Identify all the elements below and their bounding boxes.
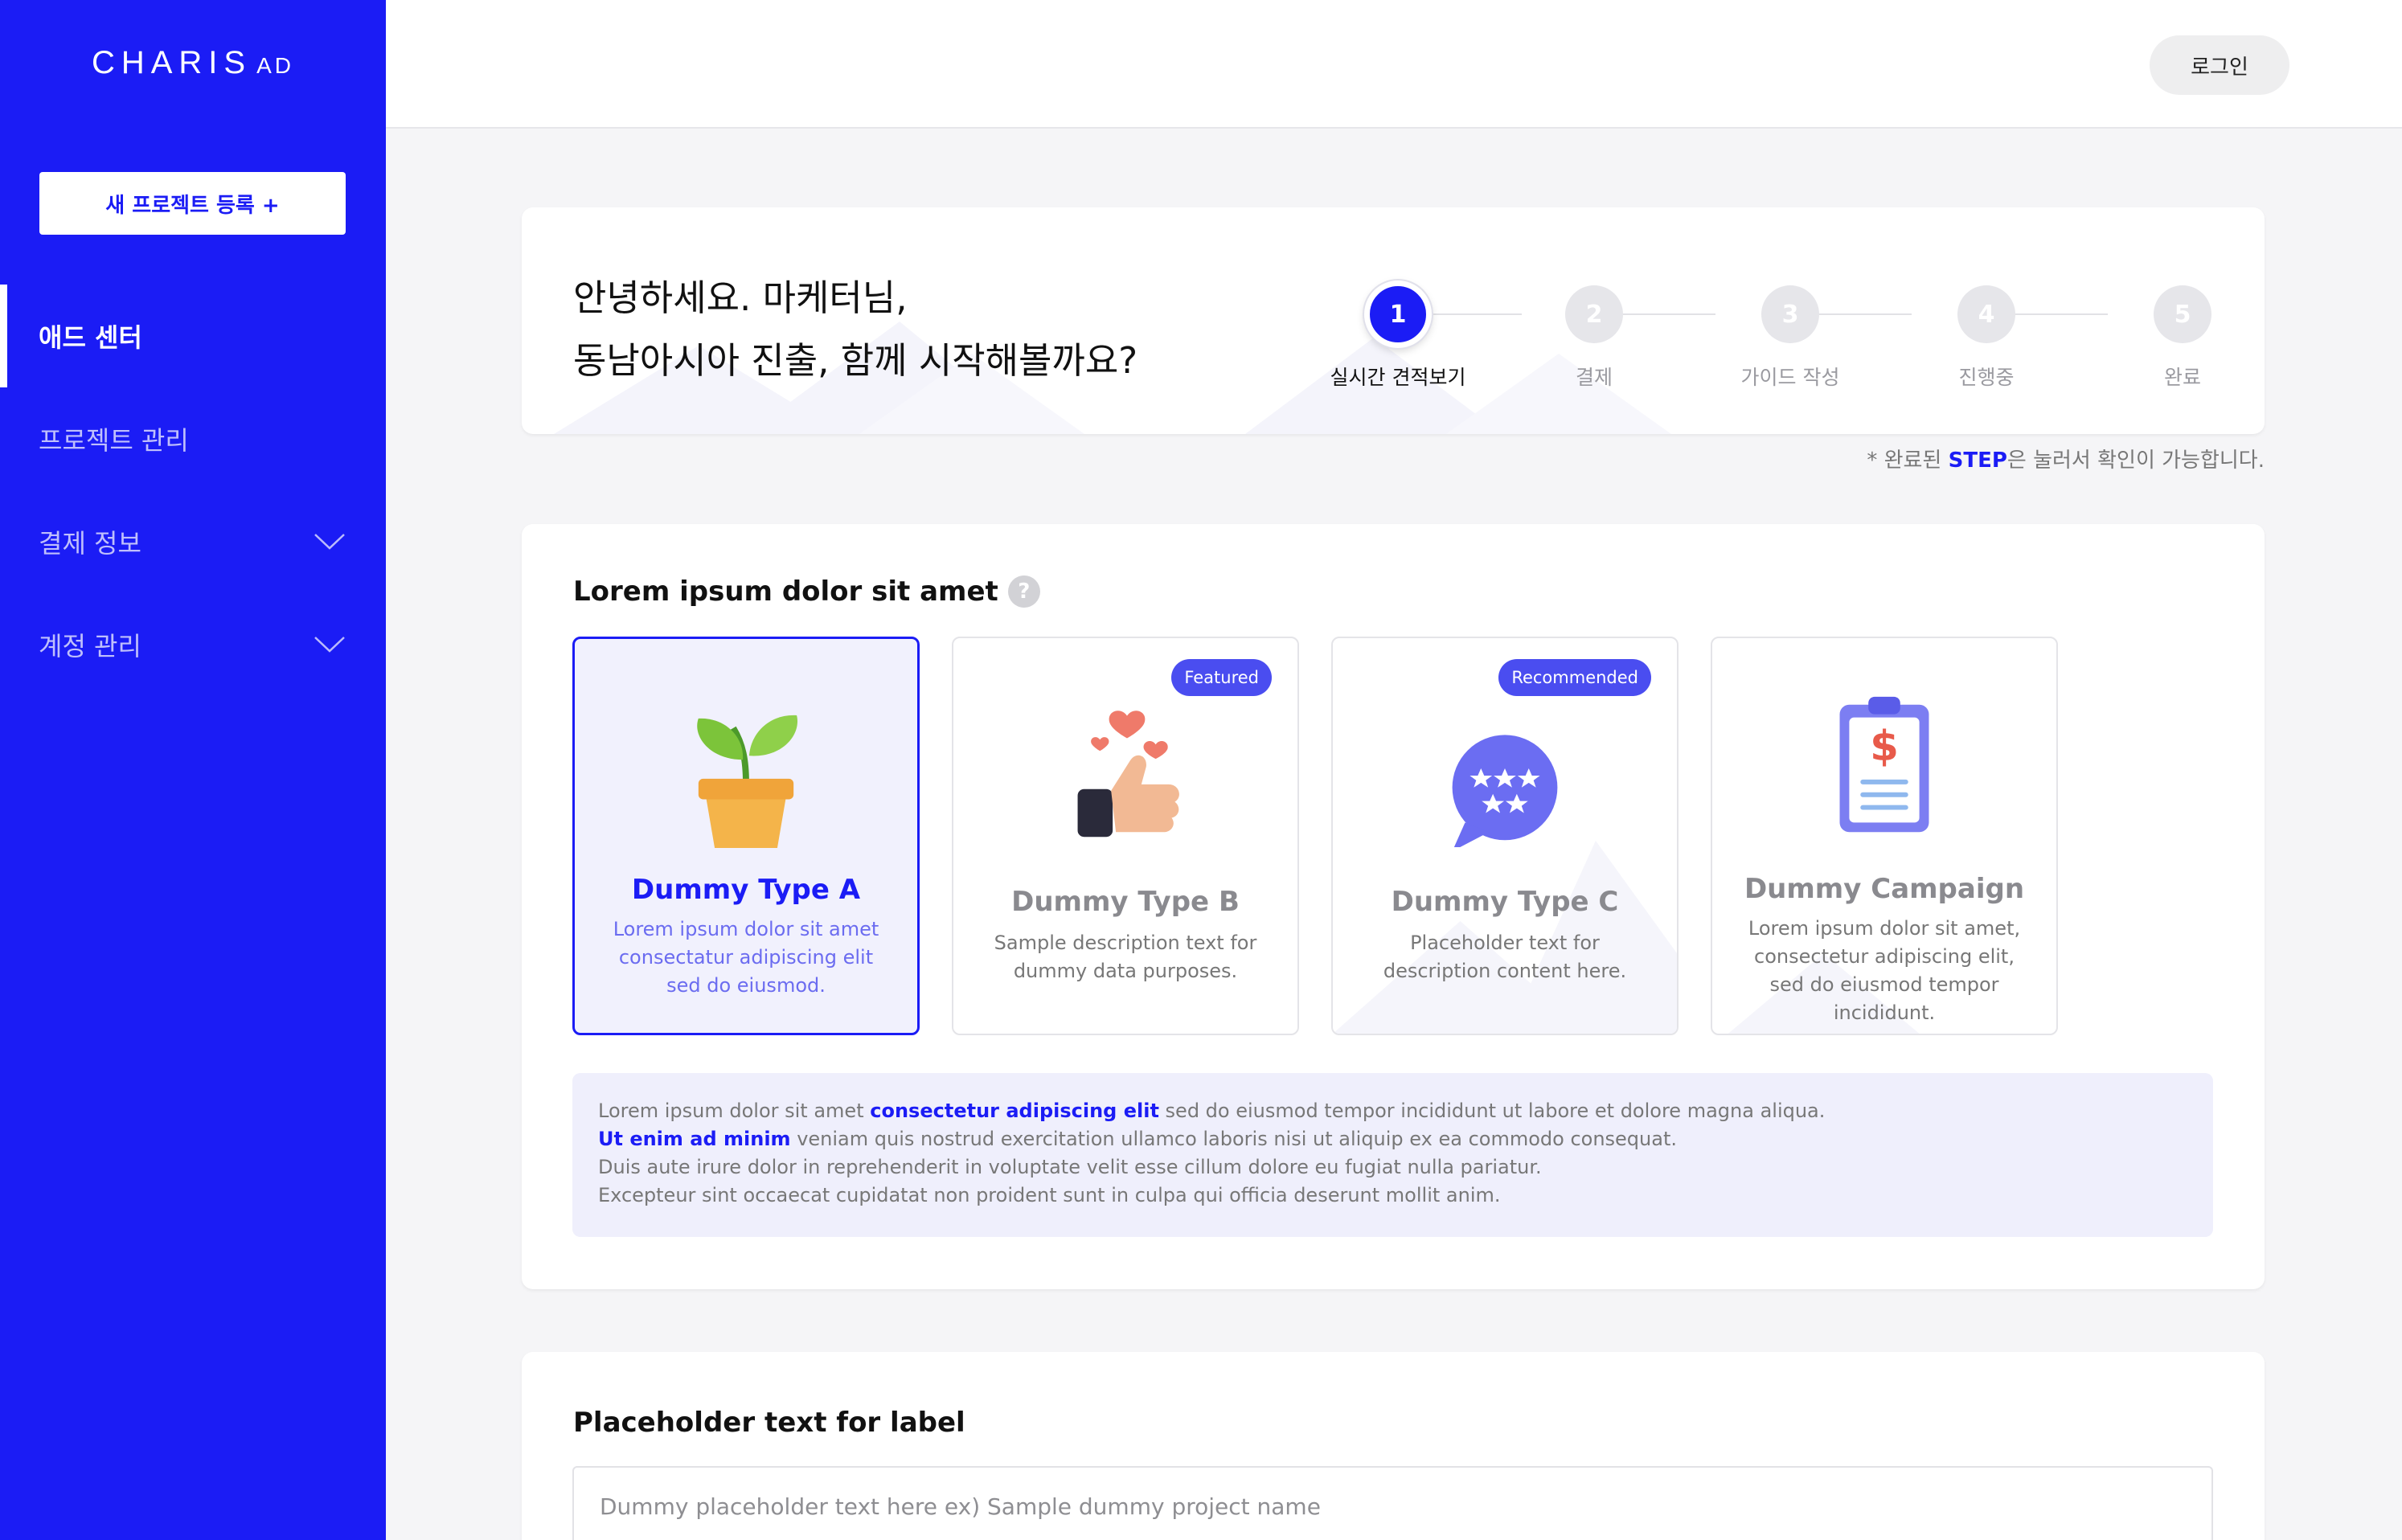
info-line-1: Lorem ipsum dolor sit amet consectetur a… [598, 1097, 2187, 1125]
clipboard-invoice-icon: $ [1839, 696, 1929, 833]
step-hint: * 완료된 STEP은 눌러서 확인이 가능합니다. [1867, 444, 2265, 473]
sidebar-item-label: 애드 센터 [39, 322, 142, 353]
step-3[interactable]: 3 [1761, 285, 1819, 343]
sidebar-item-label: 결제 정보 [39, 528, 141, 559]
sidebar: CHARIS AD 새 프로젝트 등록 + 애드 센터 프로젝트 관리 결제 정보… [0, 0, 386, 1540]
logo-sub: AD [256, 53, 295, 78]
step-3-label: 가이드 작성 [1740, 366, 1840, 389]
step-2-label: 결제 [1575, 366, 1613, 389]
info-line-4: Excepteur sint occaecat cupidatat non pr… [598, 1184, 1501, 1206]
option-description: Lorem ipsum dolor sit amet, consectetur … [1748, 917, 2021, 1024]
hint-step: STEP [1948, 448, 2007, 473]
info-text: sed do eiusmod tempor incididunt ut labo… [1158, 1100, 1826, 1122]
option-title: Dummy Type A [631, 874, 861, 906]
step-1-label: 실시간 견적보기 [1330, 366, 1466, 389]
sidebar-item-label: 계정 관리 [39, 631, 141, 661]
option-title: Dummy Type C [1391, 886, 1619, 918]
step-5-label: 완료 [2163, 366, 2201, 389]
thumbs-up-hearts-icon [1077, 711, 1179, 838]
sidebar-item-label: 프로젝트 관리 [39, 425, 189, 456]
svg-text:$: $ [1870, 723, 1899, 771]
section-title: Lorem ipsum dolor sit amet ? [573, 575, 1040, 608]
chevron-down-icon[interactable] [314, 532, 346, 551]
info-text: veniam quis nostrud exercitation ullamco… [790, 1128, 1677, 1150]
option-description: Placeholder text for description content… [1383, 932, 1627, 982]
info-highlight: consectetur adipiscing elit [870, 1100, 1159, 1122]
option-title: Dummy Campaign [1744, 873, 2025, 905]
step-4-label: 진행중 [1958, 366, 2015, 389]
featured-badge: Featured [1171, 659, 1272, 696]
option-dummy-campaign[interactable]: $ Dummy Campaign Lorem ipsum dolor sit a… [1711, 637, 2058, 1035]
step-5[interactable]: 5 [2154, 285, 2211, 343]
step-1[interactable]: 1 [1364, 281, 1432, 348]
option-dummy-type-b[interactable]: Featured Dummy Type B Sample description… [952, 637, 1299, 1035]
login-button[interactable]: 로그인 [2150, 35, 2289, 95]
option-description: Sample description text for dummy data p… [994, 932, 1257, 982]
logo[interactable]: CHARIS AD [0, 45, 386, 81]
section-title-text: Lorem ipsum dolor sit amet [573, 575, 998, 608]
option-dummy-type-a[interactable]: Dummy Type A Lorem ipsum dolor sit amet … [572, 637, 920, 1035]
sidebar-item-payment-info[interactable]: 결제 정보 [0, 490, 386, 593]
top-bar: 로그인 [386, 0, 2402, 129]
sidebar-item-project-management[interactable]: 프로젝트 관리 [0, 387, 386, 490]
option-dummy-type-c[interactable]: Recommended Dummy Type C Placeholder tex… [1331, 637, 1679, 1035]
new-project-button[interactable]: 새 프로젝트 등록 + [39, 172, 346, 235]
sidebar-item-account-management[interactable]: 계정 관리 [0, 593, 386, 696]
info-box: Lorem ipsum dolor sit amet consectetur a… [572, 1073, 2213, 1237]
plant-pot-icon [697, 715, 798, 848]
field-label: Placeholder text for label [573, 1407, 965, 1439]
hint-prefix: * 완료된 [1867, 448, 1949, 473]
option-description: Lorem ipsum dolor sit amet consectatur a… [613, 918, 879, 997]
info-line-3: Duis aute irure dolor in reprehenderit i… [598, 1156, 1542, 1178]
project-name-card: Placeholder text for label [522, 1352, 2265, 1540]
star-rating-bubble-icon [1452, 735, 1558, 847]
help-icon[interactable]: ? [1007, 575, 1040, 608]
step-4[interactable]: 4 [1957, 285, 2015, 343]
stepper: 1 2 3 4 5 실시간 견적보기 결제 가이드 작성 진행중 완료 [522, 207, 2265, 434]
project-name-input[interactable] [572, 1466, 2213, 1540]
logo-main: CHARIS [91, 45, 252, 80]
info-line-2: Ut enim ad minim veniam quis nostrud exe… [598, 1125, 2187, 1153]
sidebar-item-ad-center[interactable]: 애드 센터 [0, 285, 386, 387]
hero-card: 안녕하세요. 마케터님, 동남아시아 진출, 함께 시작해볼까요? 1 2 3 … [522, 207, 2265, 434]
type-selection-card: Lorem ipsum dolor sit amet ? Dummy Type … [522, 524, 2265, 1289]
recommended-badge: Recommended [1498, 659, 1651, 696]
info-highlight: Ut enim ad minim [598, 1128, 791, 1150]
chevron-down-icon[interactable] [314, 635, 346, 654]
option-title: Dummy Type B [1011, 886, 1240, 918]
hint-suffix: 은 눌러서 확인이 가능합니다. [2006, 448, 2265, 473]
step-2[interactable]: 2 [1565, 285, 1623, 343]
info-text: Lorem ipsum dolor sit amet [598, 1100, 871, 1122]
